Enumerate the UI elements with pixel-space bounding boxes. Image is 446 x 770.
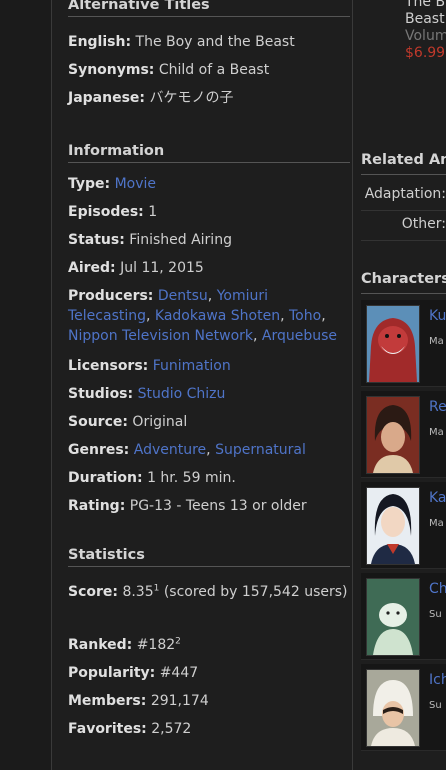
japanese-title-row: Japanese: バケモノの子 [68,90,234,106]
aired-value: Jul 11, 2015 [120,260,204,276]
source-row: Source: Original [68,414,188,430]
characters-heading: Characters [361,271,446,287]
character-name[interactable]: Ch [429,581,446,597]
producer-link[interactable]: Toho [289,308,321,324]
character-name[interactable]: Ku [429,308,446,324]
studio-link[interactable]: Studio Chizu [138,386,226,402]
studios-row: Studios: Studio Chizu [68,386,226,402]
status-value: Finished Airing [129,232,232,248]
related-row-adaptation[interactable]: Adaptation: [361,180,446,211]
character-role: Ma [429,518,444,529]
status-row: Status: Finished Airing [68,232,232,248]
members-value: 291,174 [150,693,209,709]
synonyms-row: Synonyms: Child of a Beast [68,62,270,78]
character-role: Su [429,609,442,620]
popularity-value: #447 [159,665,199,681]
character-thumbnail[interactable] [366,578,420,656]
score-footnote[interactable]: 1 [154,583,160,593]
sidebar-column: The B Beast Volum $6.99 Related An Adapt… [361,0,446,770]
producers-row: Producers: Dentsu, Yomiuri Telecasting, … [68,288,338,344]
character-card[interactable]: Ch Su [361,573,446,660]
genre-link[interactable]: Adventure [134,442,206,458]
related-heading-rule [361,174,446,175]
character-name[interactable]: Ka [429,490,446,506]
related-row-other[interactable]: Other: [361,210,446,241]
store-title-line[interactable]: The B [405,0,446,11]
popularity-row: Popularity: #447 [68,665,199,681]
favorites-value: 2,572 [151,721,192,737]
licensors-row: Licensors: Funimation [68,358,231,374]
left-gutter [0,0,52,770]
character-thumbnail[interactable] [366,669,420,747]
character-role: Ma [429,427,444,438]
japanese-title: バケモノの子 [149,90,234,106]
character-thumbnail[interactable] [366,305,420,383]
genres-row: Genres: Adventure, Supernatural [68,442,306,458]
alternative-titles-heading: Alternative Titles [68,0,350,17]
genre-link[interactable]: Supernatural [215,442,306,458]
episodes-row: Episodes: 1 [68,204,158,220]
column-divider [352,0,353,770]
character-name[interactable]: Ich [429,672,446,688]
english-title-row: English: The Boy and the Beast [68,34,295,50]
producer-link[interactable]: Kadokawa Shoten [155,308,280,324]
store-title-line[interactable]: Beast [405,11,446,28]
character-card[interactable]: Re Ma [361,391,446,478]
store-volume: Volum [405,28,446,44]
score-row: Score: 8.351 (scored by 157,542 users) [68,583,348,600]
characters-heading-rule [361,293,446,294]
duration-row: Duration: 1 hr. 59 min. [68,470,236,486]
english-title: The Boy and the Beast [135,34,295,50]
aired-row: Aired: Jul 11, 2015 [68,260,204,276]
information-heading: Information [68,143,350,163]
related-anime-heading: Related An [361,152,446,168]
episodes-value: 1 [148,204,158,220]
rating-row: Rating: PG-13 - Teens 13 or older [68,498,307,514]
source-value: Original [132,414,188,430]
synonyms-value: Child of a Beast [158,62,270,78]
members-row: Members: 291,174 [68,693,209,709]
ranked-footnote[interactable]: 2 [175,636,181,646]
ranked-value: #182 [136,637,176,653]
producer-link[interactable]: Arquebuse [262,328,337,344]
statistics-heading: Statistics [68,547,350,567]
character-name[interactable]: Re [429,399,446,415]
store-item[interactable]: The B Beast Volum $6.99 [405,0,446,62]
producer-link[interactable]: Nippon Television Network [68,328,253,344]
character-thumbnail[interactable] [366,487,420,565]
licensor-link[interactable]: Funimation [153,358,231,374]
duration-value: 1 hr. 59 min. [147,470,236,486]
character-card[interactable]: Ka Ma [361,482,446,569]
character-card[interactable]: Ku Ma [361,300,446,387]
store-price: $6.99 [405,45,446,61]
type-row: Type: Movie [68,176,157,192]
character-role: Ma [429,336,444,347]
ranked-row: Ranked: #1822 [68,636,181,653]
character-thumbnail[interactable] [366,396,420,474]
character-card[interactable]: Ich Su [361,664,446,751]
producer-link[interactable]: Dentsu [158,288,208,304]
score-value: 8.35 [122,584,154,600]
score-note: (scored by 157,542 users) [163,584,348,600]
type-link[interactable]: Movie [115,176,156,192]
rating-value: PG-13 - Teens 13 or older [129,498,307,514]
favorites-row: Favorites: 2,572 [68,721,192,737]
character-role: Su [429,700,442,711]
